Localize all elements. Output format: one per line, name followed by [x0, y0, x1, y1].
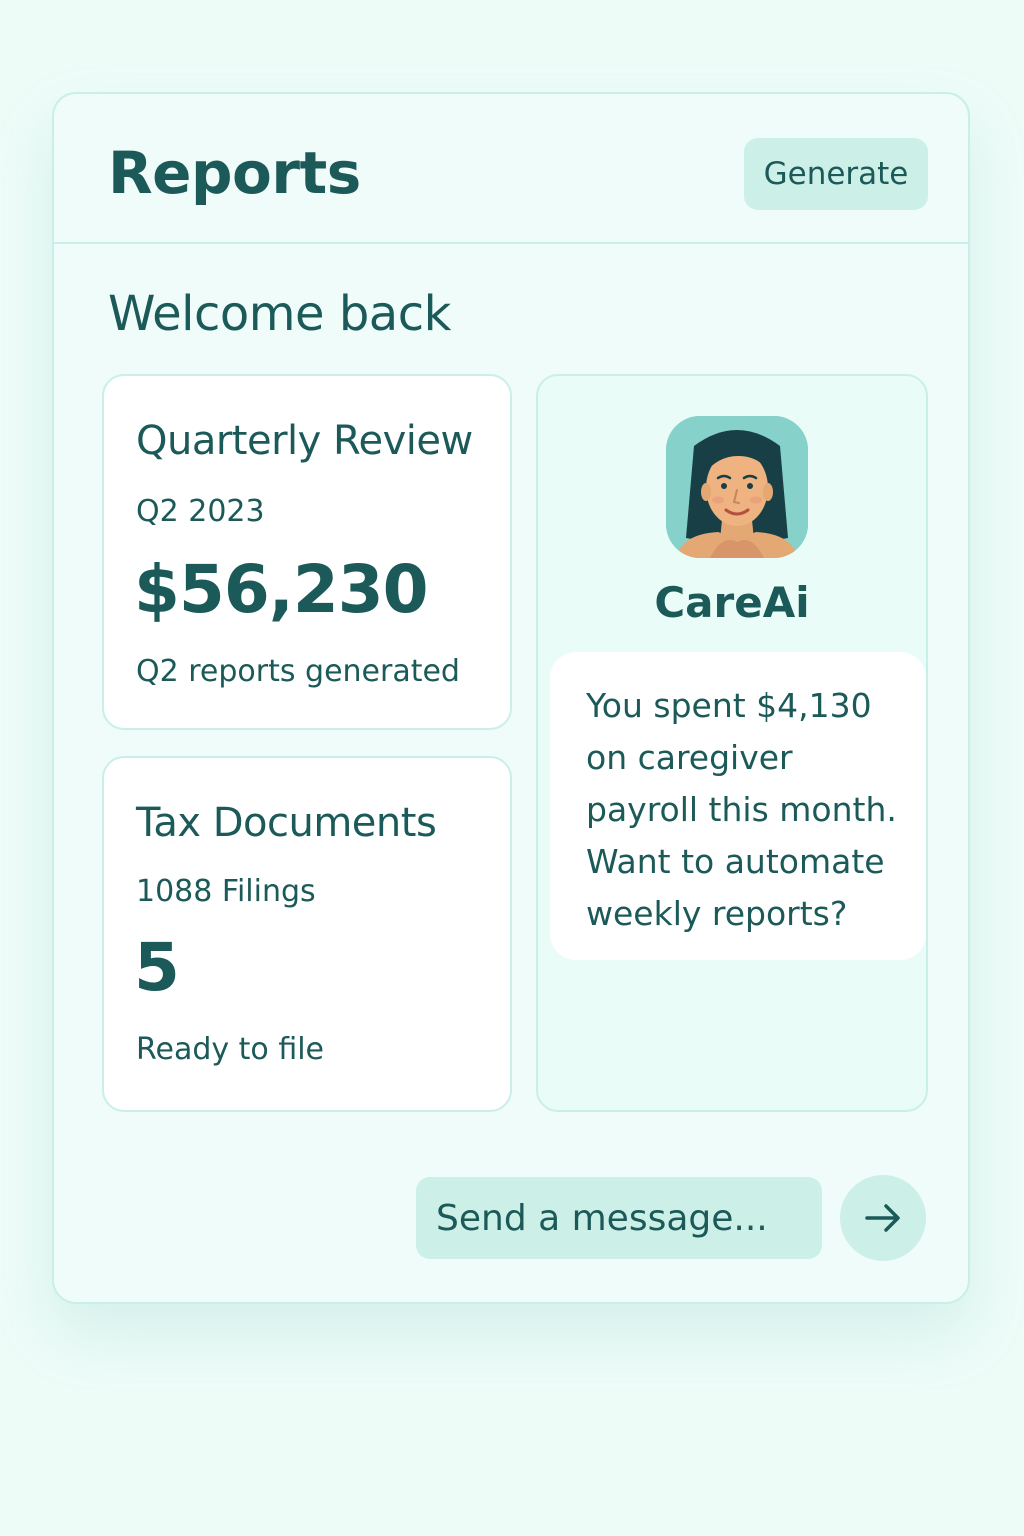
send-button[interactable] [840, 1175, 926, 1261]
page-title: Reports [108, 139, 361, 207]
assistant-name: CareAi [654, 578, 810, 627]
arrow-right-icon [865, 1204, 900, 1232]
assistant-message-bubble: You spent $4,130 on caregiver payroll th… [550, 652, 926, 960]
assistant-card: CareAi You spent $4,130 on caregiver pay… [536, 374, 928, 1112]
woman-avatar-icon [666, 416, 808, 558]
card-note: Q2 reports generated [136, 654, 460, 689]
card-title: Quarterly Review [136, 418, 473, 464]
tax-documents-card[interactable]: Tax Documents 1088 Filings 5 Ready to fi… [102, 756, 512, 1112]
card-value: $56,230 [134, 551, 429, 628]
card-value: 5 [134, 929, 180, 1006]
reports-panel: Reports Generate Welcome back Quarterly … [52, 92, 970, 1304]
quarterly-review-card[interactable]: Quarterly Review Q2 2023 $56,230 Q2 repo… [102, 374, 512, 730]
card-subtitle: 1088 Filings [136, 874, 316, 909]
card-title: Tax Documents [136, 800, 437, 846]
welcome-heading: Welcome back [108, 286, 451, 342]
message-input[interactable] [416, 1177, 822, 1259]
card-subtitle: Q2 2023 [136, 494, 265, 529]
panel-header: Reports Generate [54, 94, 968, 244]
generate-button[interactable]: Generate [744, 138, 928, 210]
card-note: Ready to file [136, 1032, 325, 1067]
